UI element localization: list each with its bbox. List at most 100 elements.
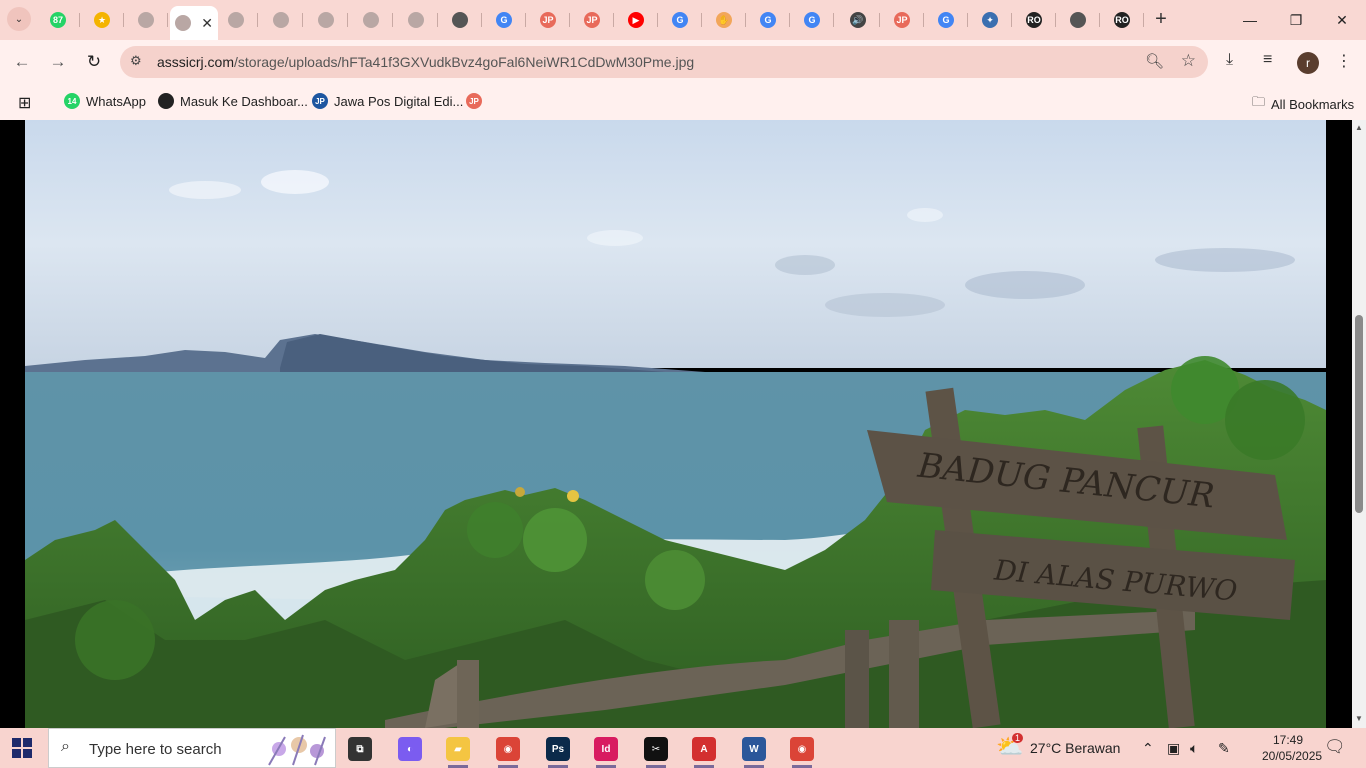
reload-button[interactable]: ↻ — [82, 50, 106, 74]
scroll-up-icon[interactable]: ▲ — [1352, 123, 1366, 132]
tab-separator — [392, 13, 393, 27]
taskbar-search-input[interactable]: ⌕ Type here to search — [48, 728, 336, 768]
tab-24[interactable]: RO — [1100, 6, 1144, 34]
tab-8[interactable] — [394, 6, 438, 34]
tab-11[interactable]: JP — [526, 6, 570, 34]
page-icon — [408, 12, 424, 28]
volume-icon[interactable]: 🔈︎ — [1190, 740, 1198, 757]
scroll-down-icon[interactable]: ▼ — [1352, 714, 1366, 723]
tab-7[interactable] — [349, 6, 393, 34]
tab-14[interactable]: G — [658, 6, 702, 34]
youtube-icon: ▶ — [628, 12, 644, 28]
weather-text[interactable]: 27°C Berawan — [1030, 740, 1120, 756]
tab-21[interactable]: ✦ — [968, 6, 1012, 34]
maximize-button[interactable]: ❐ — [1273, 8, 1319, 32]
bookmark-item[interactable]: JP Jawa Pos Digital Edi... — [312, 93, 463, 109]
chevron-up-icon[interactable]: ⌃ — [1142, 740, 1154, 757]
folder-icon: 🗀 — [1252, 94, 1266, 109]
bookmark-item[interactable]: 14 WhatsApp — [64, 93, 146, 109]
taskbar: ⌕ Type here to search ⧉ ◐ ▰ ◉ Ps Id ✂ A W ◉ ⛅ 1 2… — [0, 728, 1366, 768]
tab-5[interactable] — [259, 6, 303, 34]
minimize-button[interactable]: — — [1227, 8, 1273, 32]
clock[interactable]: 17:49 20/05/2025 — [1262, 732, 1323, 764]
taskbar-app-task-view[interactable]: ⧉ — [340, 734, 380, 764]
tab-active[interactable]: ✕ — [170, 6, 218, 40]
zoom-icon[interactable]: 🔍︎ — [1145, 52, 1164, 70]
menu-icon[interactable]: ⋮ — [1336, 51, 1352, 71]
download-icon[interactable]: ⤓ — [1226, 51, 1233, 69]
bookmark-item[interactable]: JP — [466, 93, 488, 109]
back-button[interactable]: ← — [10, 50, 34, 74]
tab-23[interactable] — [1056, 6, 1100, 34]
hand-icon: ✋ — [716, 12, 732, 28]
browser-chrome: ⌄ 87 ★ ✕ G JP JP ▶ G ✋ G G 🔊 JP G ✦ RO RO + — ❐ ✕ ← → ↻ … — [0, 0, 1366, 120]
tool-icon: ✦ — [982, 12, 998, 28]
tab-13[interactable]: ▶ — [614, 6, 658, 34]
beach-photo-svg: BADUG PANCUR DI ALAS PURWO — [25, 120, 1326, 728]
jawapos-icon: JP — [540, 12, 556, 28]
meet-now-icon[interactable]: ▣ — [1167, 740, 1180, 757]
chrome-icon: ◉ — [496, 737, 520, 761]
clock-date: 20/05/2025 — [1262, 749, 1323, 763]
forward-button[interactable]: → — [46, 50, 70, 74]
vertical-scrollbar[interactable]: ▲ ▼ — [1352, 120, 1366, 728]
taskbar-app-acrobat[interactable]: A — [684, 734, 724, 768]
all-bookmarks[interactable]: 🗀 All Bookmarks — [1252, 93, 1354, 115]
taskbar-app-word[interactable]: W — [734, 734, 774, 768]
taskbar-app-file-explorer[interactable]: ▰ — [438, 734, 478, 768]
url-path: /storage/uploads/hFTa41f3GXVudkBvz4goFal… — [234, 54, 695, 70]
bookmark-star-icon[interactable]: ☆ — [1181, 51, 1196, 71]
github-icon — [158, 93, 174, 109]
pen-icon[interactable]: ✎ — [1218, 740, 1230, 757]
tab-strip: ⌄ 87 ★ ✕ G JP JP ▶ G ✋ G G 🔊 JP G ✦ RO RO + — ❐ ✕ — [0, 0, 1366, 40]
bookmark-item[interactable]: Masuk Ke Dashboar... — [158, 93, 308, 109]
close-tab-icon[interactable]: ✕ — [201, 15, 213, 32]
url-domain: asssicrj.com — [157, 54, 235, 70]
site-info-icon[interactable]: ⚙ — [130, 53, 142, 69]
page-icon — [138, 12, 154, 28]
bookmark-label: Jawa Pos Digital Edi... — [334, 93, 464, 109]
tab-12[interactable]: JP — [570, 6, 614, 34]
chevron-down-icon: ⌄ — [14, 13, 24, 25]
taskbar-app-chrome[interactable]: ◉ — [488, 734, 528, 768]
tab-20[interactable]: G — [924, 6, 968, 34]
windows-start-icon[interactable] — [12, 738, 32, 758]
tab-10[interactable]: G — [482, 6, 526, 34]
tab-16[interactable]: G — [746, 6, 790, 34]
new-tab-button[interactable]: + — [1150, 8, 1172, 30]
url-text[interactable]: asssicrj.com/storage/uploads/hFTa41f3GXV… — [157, 54, 694, 70]
copilot-icon: ◐ — [398, 737, 422, 761]
profile-avatar[interactable]: r — [1297, 52, 1319, 74]
google-icon: G — [804, 12, 820, 28]
scrollbar-thumb[interactable] — [1355, 315, 1363, 513]
taskbar-app-copilot[interactable]: ◐ — [390, 734, 430, 764]
word-icon: W — [742, 737, 766, 761]
taskbar-app-indesign[interactable]: Id — [586, 734, 626, 768]
tab-6[interactable] — [304, 6, 348, 34]
tab-1[interactable]: 87 — [36, 6, 80, 34]
tab-15[interactable]: ✋ — [702, 6, 746, 34]
tab-search-button[interactable]: ⌄ — [7, 7, 31, 31]
close-window-button[interactable]: ✕ — [1319, 8, 1365, 32]
tab-22[interactable]: RO — [1012, 6, 1056, 34]
tab-18[interactable]: 🔊 — [836, 6, 880, 34]
taskbar-app-chrome-profile[interactable]: ◉ — [782, 734, 822, 768]
tab-4[interactable] — [214, 6, 258, 34]
media-control-icon[interactable]: ≡ — [1263, 51, 1272, 69]
google-icon: G — [938, 12, 954, 28]
tab-separator — [302, 13, 303, 27]
tab-separator — [167, 13, 168, 27]
address-bar[interactable]: ⚙ asssicrj.com/storage/uploads/hFTa41f3G… — [120, 46, 1208, 78]
tab-19[interactable]: JP — [880, 6, 924, 34]
apps-grid-icon[interactable]: ⊞ — [18, 93, 31, 113]
search-icon: ⌕ — [61, 738, 70, 755]
bookmark-label: Masuk Ke Dashboar... — [180, 93, 308, 109]
tab-2[interactable]: ★ — [80, 6, 124, 34]
tab-17[interactable]: G — [790, 6, 834, 34]
tab-9[interactable] — [438, 6, 482, 34]
all-bookmarks-label: All Bookmarks — [1271, 96, 1355, 112]
tab-3[interactable] — [124, 6, 168, 34]
taskbar-app-photoshop[interactable]: Ps — [538, 734, 578, 768]
notification-icon[interactable]: 🗨︎ — [1324, 737, 1346, 757]
taskbar-app-capcut[interactable]: ✂ — [636, 734, 676, 768]
